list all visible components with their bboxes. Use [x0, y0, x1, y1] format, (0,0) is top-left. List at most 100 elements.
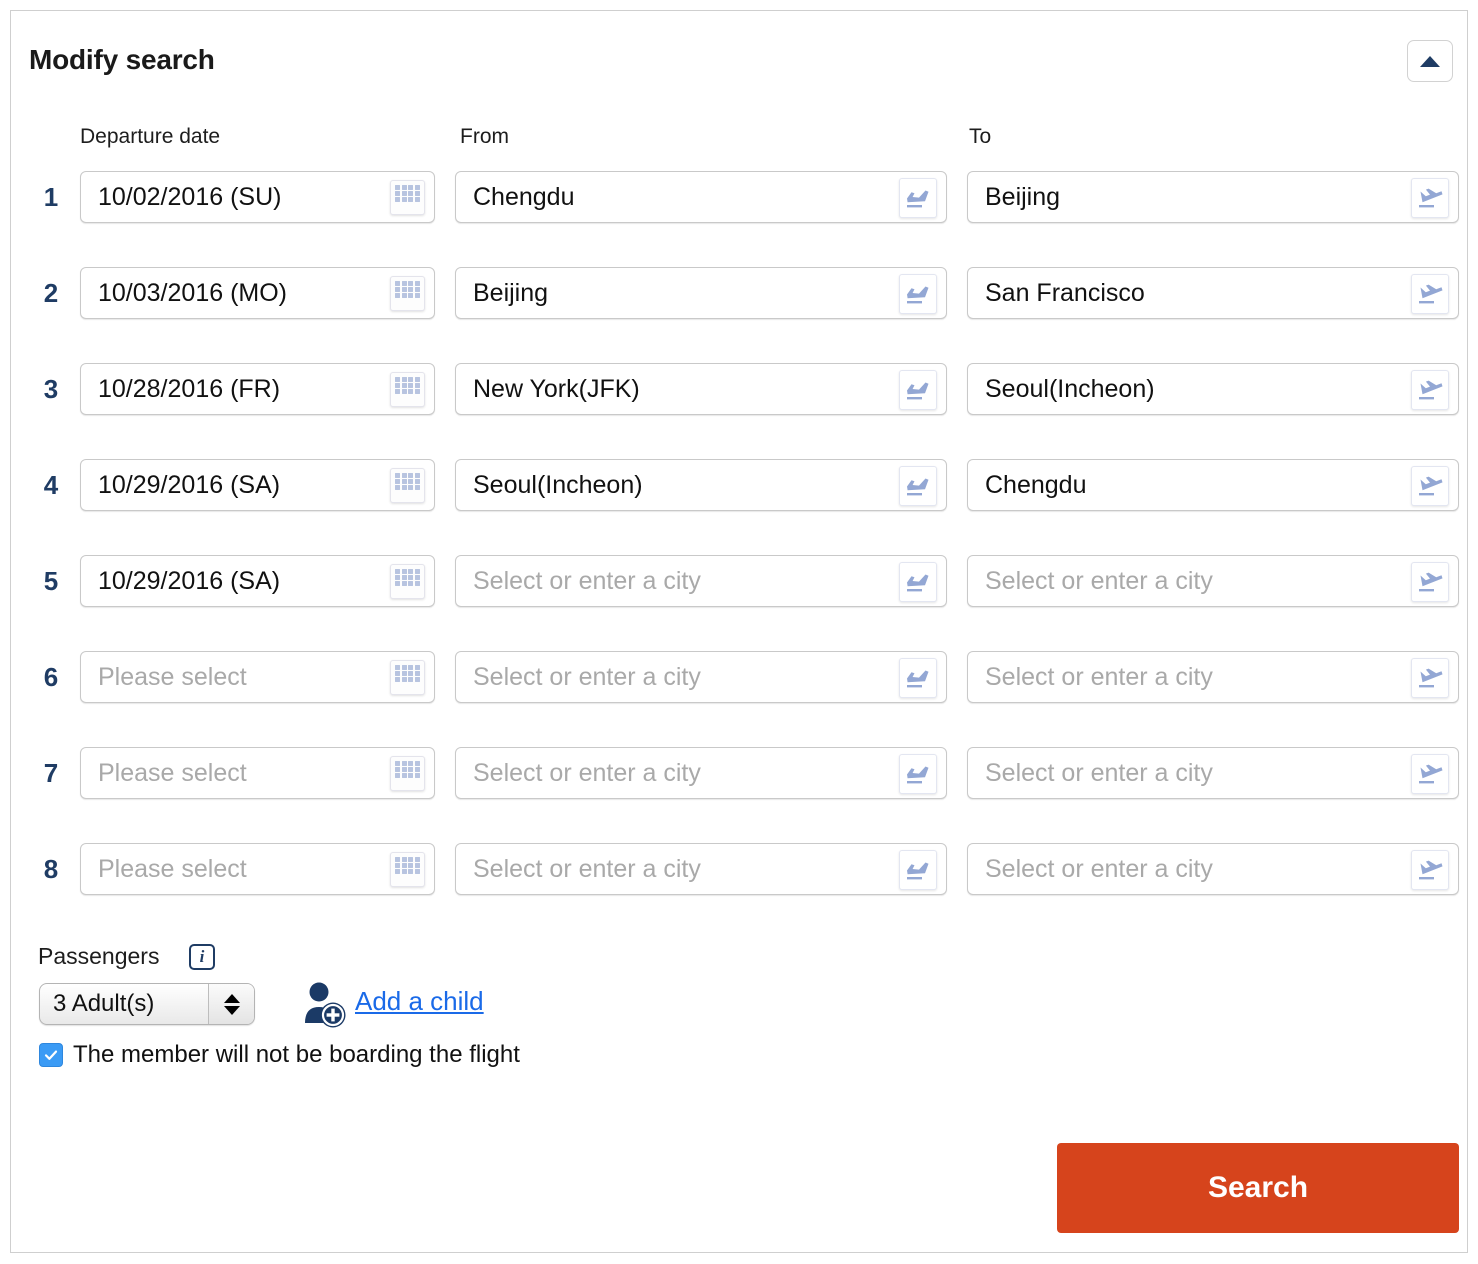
departure-date-field-4[interactable]: 10/29/2016 (SA) [80, 459, 435, 511]
stepper-arrows[interactable] [208, 984, 254, 1024]
to-city-field-5-value: Select or enter a city [985, 567, 1213, 595]
to-city-field-8-value: Select or enter a city [985, 855, 1213, 883]
calendar-grid [395, 857, 420, 874]
calendar-grid [395, 569, 420, 586]
calendar-icon[interactable] [390, 468, 425, 503]
plane-departure-icon[interactable] [899, 178, 937, 218]
flight-row: 3 10/28/2016 (FR) New York(JFK) Seoul(Inche… [11, 363, 1467, 415]
departure-date-field-7[interactable]: Please select [80, 747, 435, 799]
from-city-field-1[interactable]: Chengdu [455, 171, 947, 223]
calendar-grid [395, 473, 420, 490]
from-city-field-3[interactable]: New York(JFK) [455, 363, 947, 415]
plane-departure-icon[interactable] [899, 466, 937, 506]
departure-date-field-8[interactable]: Please select [80, 843, 435, 895]
row-number: 6 [43, 662, 59, 692]
member-not-boarding-row[interactable]: The member will not be boarding the flig… [39, 1041, 520, 1069]
to-city-field-1-value: Beijing [985, 183, 1061, 211]
departure-date-field-2[interactable]: 10/03/2016 (MO) [80, 267, 435, 319]
calendar-icon[interactable] [390, 564, 425, 599]
plane-arrival-icon[interactable] [1411, 274, 1449, 314]
from-city-field-3-value: New York(JFK) [473, 375, 640, 403]
to-city-field-5[interactable]: Select or enter a city [967, 555, 1459, 607]
departure-date-field-5[interactable]: 10/29/2016 (SA) [80, 555, 435, 607]
from-city-field-8-value: Select or enter a city [473, 855, 701, 883]
from-city-field-7[interactable]: Select or enter a city [455, 747, 947, 799]
calendar-icon[interactable] [390, 180, 425, 215]
to-city-field-6-value: Select or enter a city [985, 663, 1213, 691]
plane-departure-icon[interactable] [899, 274, 937, 314]
to-city-field-4[interactable]: Chengdu [967, 459, 1459, 511]
to-city-field-2-value: San Francisco [985, 279, 1145, 307]
from-city-field-4[interactable]: Seoul(Incheon) [455, 459, 947, 511]
column-header-to: To [969, 125, 992, 148]
from-city-field-2[interactable]: Beijing [455, 267, 947, 319]
flight-row: 8 Please select Select or enter a city Sele… [11, 843, 1467, 895]
search-button[interactable]: Search [1057, 1143, 1459, 1233]
to-city-field-7[interactable]: Select or enter a city [967, 747, 1459, 799]
row-number: 3 [43, 374, 59, 404]
flight-row: 4 10/29/2016 (SA) Seoul(Incheon) Chengdu [11, 459, 1467, 511]
chevron-down-icon [223, 1005, 240, 1015]
to-city-field-3[interactable]: Seoul(Incheon) [967, 363, 1459, 415]
to-city-field-8[interactable]: Select or enter a city [967, 843, 1459, 895]
plane-departure-icon[interactable] [899, 562, 937, 602]
add-a-child-link[interactable]: Add a child [355, 986, 484, 1017]
passengers-adults-value: 3 Adult(s) [53, 990, 155, 1017]
chevron-up-icon [223, 993, 240, 1003]
from-city-field-8[interactable]: Select or enter a city [455, 843, 947, 895]
modify-search-panel: Modify search Departure date From To 1 10… [10, 10, 1468, 1253]
person-add-icon[interactable] [299, 978, 351, 1030]
member-not-boarding-checkbox[interactable] [39, 1043, 63, 1067]
row-number: 4 [43, 470, 59, 500]
column-header-from: From [460, 125, 509, 148]
calendar-grid [395, 185, 420, 202]
departure-date-field-3[interactable]: 10/28/2016 (FR) [80, 363, 435, 415]
to-city-field-2[interactable]: San Francisco [967, 267, 1459, 319]
plane-arrival-icon[interactable] [1411, 658, 1449, 698]
from-city-field-2-value: Beijing [473, 279, 549, 307]
calendar-icon[interactable] [390, 852, 425, 887]
info-icon[interactable]: i [189, 944, 215, 970]
from-city-field-4-value: Seoul(Incheon) [473, 471, 643, 499]
calendar-icon[interactable] [390, 660, 425, 695]
column-header-departure-date: Departure date [80, 125, 221, 148]
flight-row: 5 10/29/2016 (SA) Select or enter a city Se… [11, 555, 1467, 607]
departure-date-field-2-value: 10/03/2016 (MO) [98, 279, 287, 307]
calendar-grid [395, 761, 420, 778]
plane-arrival-icon[interactable] [1411, 562, 1449, 602]
from-city-field-5[interactable]: Select or enter a city [455, 555, 947, 607]
plane-departure-icon[interactable] [899, 370, 937, 410]
plane-arrival-icon[interactable] [1411, 370, 1449, 410]
departure-date-field-1-value: 10/02/2016 (SU) [98, 183, 282, 211]
passengers-adults-select[interactable]: 3 Adult(s) [39, 983, 255, 1025]
from-city-field-5-value: Select or enter a city [473, 567, 701, 595]
plane-departure-icon[interactable] [899, 658, 937, 698]
flight-row: 7 Please select Select or enter a city Sele… [11, 747, 1467, 799]
plane-departure-icon[interactable] [899, 850, 937, 890]
row-number: 8 [43, 854, 59, 884]
calendar-grid [395, 377, 420, 394]
to-city-field-4-value: Chengdu [985, 471, 1087, 499]
departure-date-field-5-value: 10/29/2016 (SA) [98, 567, 281, 595]
flight-row: 6 Please select Select or enter a city Sele… [11, 651, 1467, 703]
calendar-grid [395, 281, 420, 298]
plane-arrival-icon[interactable] [1411, 754, 1449, 794]
calendar-icon[interactable] [390, 756, 425, 791]
plane-arrival-icon[interactable] [1411, 850, 1449, 890]
departure-date-field-3-value: 10/28/2016 (FR) [98, 375, 281, 403]
calendar-icon[interactable] [390, 276, 425, 311]
departure-date-field-6[interactable]: Please select [80, 651, 435, 703]
collapse-panel-button[interactable] [1407, 40, 1453, 82]
plane-arrival-icon[interactable] [1411, 178, 1449, 218]
plane-arrival-icon[interactable] [1411, 466, 1449, 506]
to-city-field-7-value: Select or enter a city [985, 759, 1213, 787]
plane-departure-icon[interactable] [899, 754, 937, 794]
calendar-icon[interactable] [390, 372, 425, 407]
departure-date-field-6-value: Please select [98, 663, 247, 691]
to-city-field-1[interactable]: Beijing [967, 171, 1459, 223]
page-title: Modify search [29, 44, 215, 75]
from-city-field-6[interactable]: Select or enter a city [455, 651, 947, 703]
to-city-field-6[interactable]: Select or enter a city [967, 651, 1459, 703]
departure-date-field-1[interactable]: 10/02/2016 (SU) [80, 171, 435, 223]
flight-row: 2 10/03/2016 (MO) Beijing San Francisco [11, 267, 1467, 319]
